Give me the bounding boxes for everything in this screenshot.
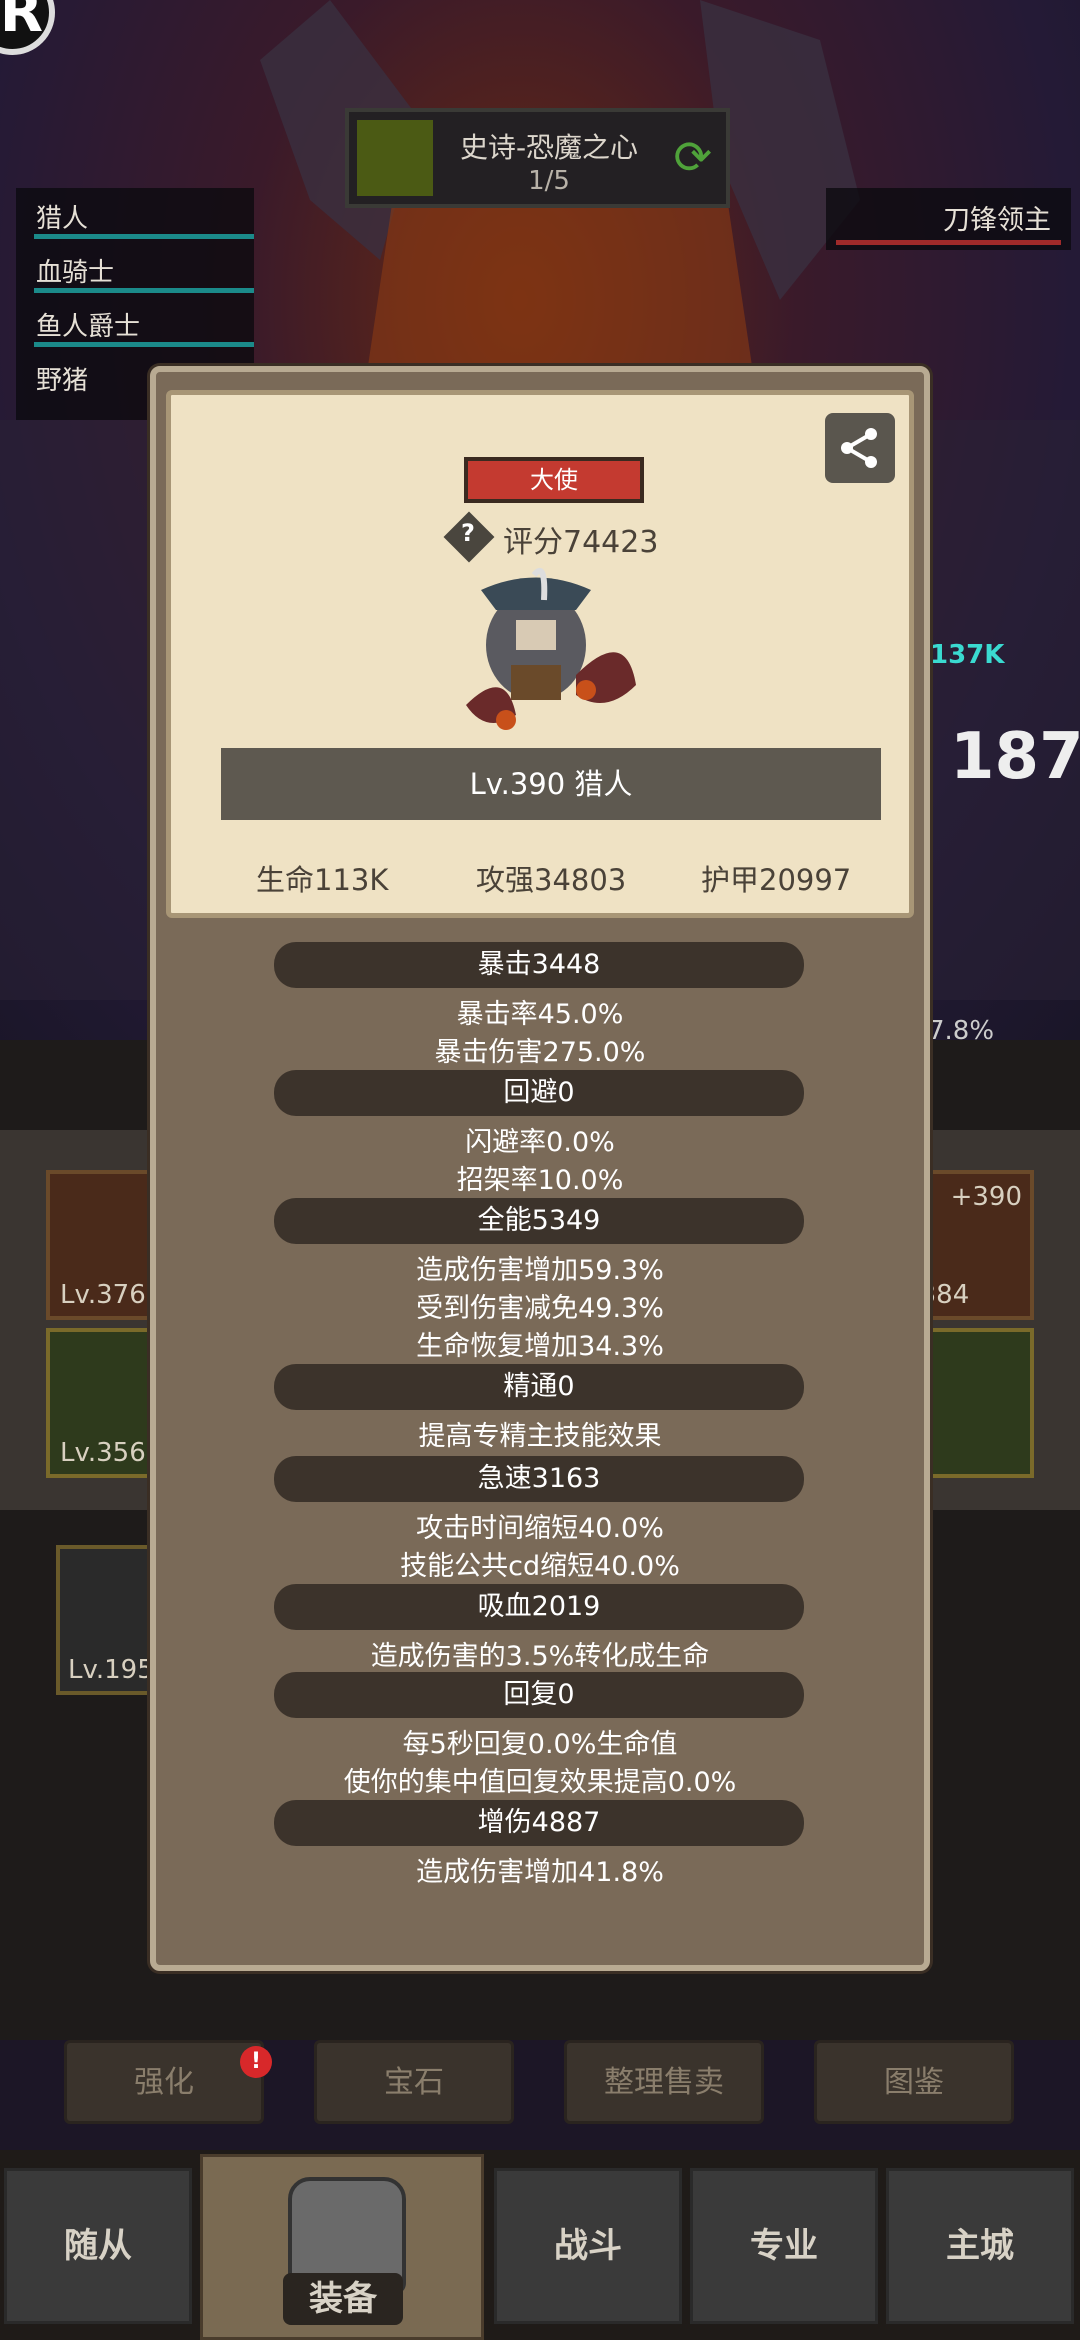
hero-score: 评分74423 (503, 525, 659, 560)
help-icon-glyph: ? (461, 519, 475, 547)
slot-level: Lv.376 (60, 1280, 146, 1310)
tab-profession[interactable]: 专业 (690, 2168, 878, 2324)
battle-hp-label: 137K (930, 640, 1005, 670)
enemy-hp-bar (836, 240, 1061, 245)
hero-title-badge: 大使 (464, 457, 644, 503)
stat-line: 闪避率0.0% (465, 1127, 615, 1158)
tab-equipment[interactable]: 装备 (200, 2154, 484, 2340)
alert-badge: ! (240, 2046, 272, 2078)
codex-button[interactable]: 图鉴 (814, 2040, 1014, 2124)
team-member-hp-bar (34, 288, 254, 293)
quest-progress: 1/5 (528, 166, 570, 196)
hunter-hero-sprite (466, 567, 636, 730)
quest-thumbnail (357, 120, 433, 196)
slot-plus: +390 (950, 1182, 1022, 1212)
slot-level: Lv.356 (60, 1438, 146, 1468)
stat-header-haste: 急速3163 (274, 1456, 804, 1502)
share-icon[interactable] (825, 413, 895, 483)
tab-equipment-label: 装备 (283, 2273, 403, 2325)
team-member-name[interactable]: 血骑士 (36, 252, 256, 289)
team-member-name[interactable]: 猎人 (36, 198, 256, 235)
stat-header-versatility: 全能5349 (274, 1198, 804, 1244)
stat-header-mastery: 精通0 (274, 1364, 804, 1410)
stat-line: 造成伤害增加41.8% (416, 1857, 664, 1888)
stat-line: 招架率10.0% (456, 1165, 624, 1196)
stat-line: 技能公共cd缩短40.0% (400, 1551, 680, 1582)
enemy-tracker: 刀锋领主 (826, 188, 1071, 250)
stat-line: 暴击率45.0% (456, 999, 624, 1030)
stat-header-dodge: 回避0 (274, 1070, 804, 1116)
stat-header-regen: 回复0 (274, 1672, 804, 1718)
stat-line: 暴击伤害275.0% (434, 1037, 646, 1068)
enemy-name: 刀锋领主 (943, 205, 1051, 236)
stat-line: 提高专精主技能效果 (418, 1421, 662, 1452)
team-member-hp-bar (34, 234, 254, 239)
hero-level-name: Lv.390 猎人 (221, 748, 881, 820)
hero-armor: 护甲20997 (701, 863, 852, 897)
hero-attack: 攻强34803 (476, 863, 627, 897)
stat-line: 使你的集中值回复效果提高0.0% (343, 1767, 737, 1798)
slot-level: Lv.195 (68, 1655, 154, 1685)
stat-header-lifesteal: 吸血2019 (274, 1584, 804, 1630)
tab-main-city[interactable]: 主城 (886, 2168, 1074, 2324)
hero-card: 大使 ? 评分74423 Lv.390 猎人 生命113K 攻强34803 护甲… (166, 390, 914, 918)
refresh-icon[interactable]: ⟳ (673, 130, 712, 184)
bottom-nav: 随从 装备 战斗 专业 主城 (0, 2150, 1080, 2340)
gem-button[interactable]: 宝石 (314, 2040, 514, 2124)
hero-hp: 生命113K (256, 863, 389, 897)
stat-header-damage-bonus: 增伤4887 (274, 1800, 804, 1846)
team-member-hp-bar (34, 342, 254, 347)
avatar-letter: R (0, 0, 43, 45)
sort-sell-button[interactable]: 整理售卖 (564, 2040, 764, 2124)
stat-line: 造成伤害增加59.3% (416, 1255, 664, 1286)
team-member-name[interactable]: 鱼人爵士 (36, 306, 256, 343)
stat-line: 造成伤害的3.5%转化成生命 (370, 1641, 710, 1672)
stat-line: 每5秒回复0.0%生命值 (402, 1729, 678, 1760)
quest-name: 史诗-恐魔之心 (459, 131, 639, 164)
hero-detail-panel: 大使 ? 评分74423 Lv.390 猎人 生命113K 攻强34803 护甲… (150, 366, 930, 1971)
tab-battle[interactable]: 战斗 (494, 2168, 682, 2324)
stat-line: 攻击时间缩短40.0% (416, 1513, 664, 1544)
stat-line: 生命恢复增加34.3% (416, 1331, 664, 1362)
stat-header-crit: 暴击3448 (274, 942, 804, 988)
enhance-button[interactable]: 强化 (64, 2040, 264, 2124)
battle-damage-number: 1874 (950, 720, 1080, 794)
tab-followers[interactable]: 随从 (4, 2168, 192, 2324)
stat-line: 受到伤害减免49.3% (416, 1293, 664, 1324)
quest-tracker[interactable]: 史诗-恐魔之心 1/5 ⟳ (345, 108, 730, 208)
